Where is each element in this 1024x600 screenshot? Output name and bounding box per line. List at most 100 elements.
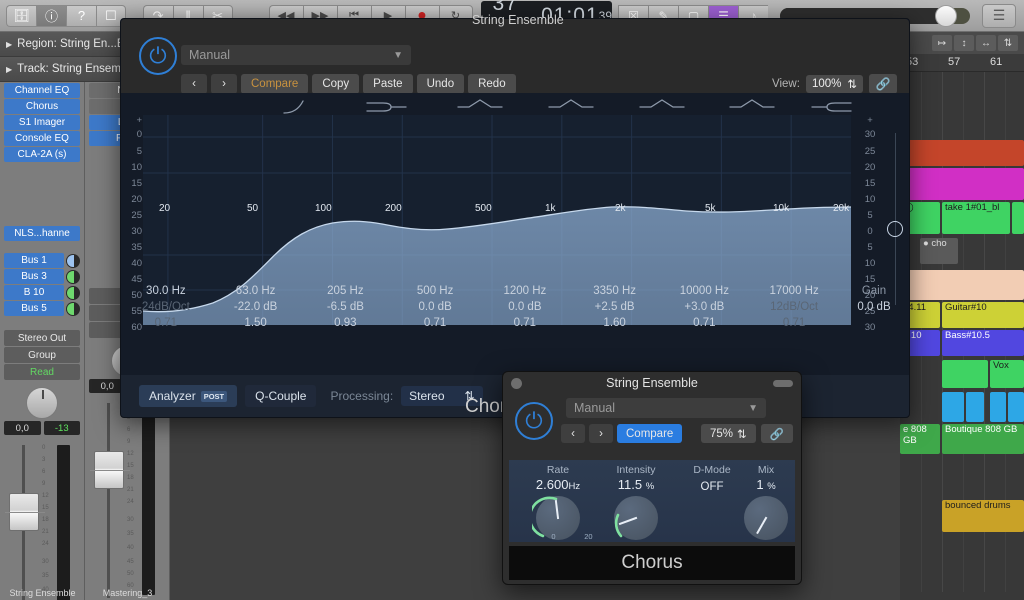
copy-button[interactable]: Copy	[312, 74, 360, 94]
zoom-horizontal-icon[interactable]: ↔	[976, 35, 996, 51]
eq-master-gain-column[interactable]: Gain 0.0 dB	[839, 283, 909, 333]
region-audio[interactable]: Bass#10.5	[942, 330, 1024, 356]
band-frequency[interactable]: 3350 Hz	[570, 283, 660, 299]
region-midi[interactable]	[990, 392, 1006, 422]
band-q[interactable]: 0.93	[301, 315, 391, 331]
band-q[interactable]: 1.60	[570, 315, 660, 331]
region-audio[interactable]: Guitar#10	[942, 302, 1024, 328]
region-midi[interactable]	[942, 360, 988, 388]
region-midi[interactable]: ● cho	[920, 238, 958, 264]
insert-slot[interactable]: Channel EQ	[4, 83, 80, 98]
disclosure-triangle-icon[interactable]: ▶	[6, 65, 12, 74]
mix-knob[interactable]	[744, 496, 788, 540]
band-gain[interactable]: +2.5 dB	[570, 299, 660, 315]
region-midi[interactable]: Vox	[990, 360, 1024, 388]
band-q[interactable]: 1.50	[211, 315, 301, 331]
band-gain[interactable]: 24dB/Oct	[121, 299, 211, 315]
arrange-regions-area[interactable]: ↦ ↕ ↔ ⇅ 53 57 61 take 1#01_bl ● cho 24.1…	[900, 32, 1024, 600]
send-level-knob[interactable]	[66, 253, 80, 268]
output-slot[interactable]: Stereo Out	[4, 330, 80, 346]
region-audio[interactable]	[900, 168, 1024, 200]
eq-gain-slider[interactable]	[885, 133, 907, 305]
insert-slot[interactable]: S1 Imager	[4, 115, 80, 130]
snap-icon[interactable]: ↦	[932, 35, 952, 51]
send-level-knob[interactable]	[66, 285, 80, 300]
prev-preset-button[interactable]: ‹	[561, 424, 585, 443]
library-icon[interactable]: 🗄	[6, 4, 36, 27]
band-frequency[interactable]: 17000 Hz	[749, 283, 839, 299]
track-height-icon[interactable]: ⇅	[998, 35, 1018, 51]
band-frequency[interactable]: 205 Hz	[301, 283, 391, 299]
volume-fader[interactable]	[5, 493, 45, 531]
band-gain[interactable]: +3.0 dB	[660, 299, 750, 315]
compare-button[interactable]: Compare	[241, 74, 309, 94]
band-gain[interactable]: -6.5 dB	[301, 299, 391, 315]
band-gain[interactable]: -22.0 dB	[211, 299, 301, 315]
disclosure-triangle-icon[interactable]: ▶	[6, 40, 12, 49]
intensity-knob[interactable]	[614, 496, 658, 540]
undo-button[interactable]: Undo	[416, 74, 465, 94]
eq-band-column[interactable]: 30.0 Hz 24dB/Oct 0.71	[121, 283, 211, 333]
chorus-plugin-window[interactable]: String Ensemble ⏻ Manual ▼ ‹ › Compare 7…	[502, 371, 802, 585]
insert-slot[interactable]: Console EQ	[4, 131, 80, 146]
power-icon[interactable]: ⏻	[139, 37, 177, 75]
volume-value[interactable]: -13	[43, 421, 80, 435]
preset-selector[interactable]: Manual ▼	[566, 398, 766, 418]
stepper-icon[interactable]: ⇅	[737, 427, 747, 441]
region-midi[interactable]	[966, 392, 984, 422]
send-level-knob[interactable]	[66, 301, 80, 316]
chorus-title-bar[interactable]: String Ensemble	[503, 372, 801, 394]
link-icon[interactable]: 🔗	[869, 74, 897, 94]
send-level-knob[interactable]	[66, 269, 80, 284]
band-frequency[interactable]: 500 Hz	[390, 283, 480, 299]
region-midi[interactable]	[942, 392, 964, 422]
zoom-stepper[interactable]: 75% ⇅	[701, 424, 756, 443]
list-editors-icon[interactable]: ☰	[982, 3, 1016, 28]
region-midi[interactable]	[1008, 392, 1024, 422]
pan-knob[interactable]	[26, 387, 58, 419]
channel-eq-window[interactable]: ⏻ Manual ▼ ‹ › Compare Copy Paste Undo R…	[120, 18, 910, 418]
eq-gain-slider-knob[interactable]	[887, 221, 903, 237]
paste-button[interactable]: Paste	[363, 74, 413, 94]
eq-band-column[interactable]: 500 Hz 0.0 dB 0.71	[390, 283, 480, 333]
band-frequency[interactable]: 63.0 Hz	[211, 283, 301, 299]
band-q[interactable]: 0.71	[749, 315, 839, 331]
band-frequency[interactable]: 1200 Hz	[480, 283, 570, 299]
region-audio[interactable]	[900, 270, 1024, 300]
pan-value[interactable]: 0,0	[4, 421, 41, 435]
next-preset-button[interactable]: ›	[589, 424, 613, 443]
eq-band-column[interactable]: 63.0 Hz -22.0 dB 1.50	[211, 283, 301, 333]
insert-slot[interactable]: NLS...hanne	[4, 226, 80, 241]
chevron-down-icon[interactable]: ▼	[748, 403, 758, 414]
band-gain[interactable]: 0.0 dB	[390, 299, 480, 315]
chevron-down-icon[interactable]: ▼	[393, 50, 403, 61]
band-frequency[interactable]: 10000 Hz	[660, 283, 750, 299]
region-bounced[interactable]: bounced drums	[942, 500, 1024, 532]
gain-value[interactable]: 0.0 dB	[839, 299, 909, 315]
send-slot[interactable]: Bus 3	[4, 269, 64, 284]
group-slot[interactable]: Group	[4, 347, 80, 363]
zoom-vertical-icon[interactable]: ↕	[954, 35, 974, 51]
prev-preset-button[interactable]: ‹	[181, 74, 207, 94]
band-q[interactable]: 0.71	[480, 315, 570, 331]
next-preset-button[interactable]: ›	[211, 74, 237, 94]
power-icon[interactable]: ⏻	[515, 402, 553, 440]
volume-fader[interactable]	[90, 451, 130, 489]
region-audio[interactable]	[900, 140, 1024, 166]
band-gain[interactable]: 12dB/Oct	[749, 299, 839, 315]
band-q[interactable]: 0.71	[121, 315, 211, 331]
close-icon[interactable]	[511, 378, 522, 389]
region-take[interactable]	[1012, 202, 1024, 234]
minimize-icon[interactable]	[773, 380, 793, 387]
eq-band-column[interactable]: 17000 Hz 12dB/Oct 0.71	[749, 283, 839, 333]
region-audio[interactable]: e 808 GB	[900, 424, 940, 454]
band-frequency[interactable]: 30.0 Hz	[121, 283, 211, 299]
view-zoom-stepper[interactable]: 100% ⇅	[805, 75, 863, 93]
region-audio[interactable]: Boutique 808 GB	[942, 424, 1024, 454]
bar-ruler[interactable]: 53 57 61	[900, 54, 1024, 72]
q-couple-button[interactable]: Q-Couple	[245, 385, 317, 407]
stepper-icon[interactable]: ⇅	[847, 77, 857, 91]
region-take[interactable]: take 1#01_bl	[942, 202, 1010, 234]
band-gain[interactable]: 0.0 dB	[480, 299, 570, 315]
analyzer-button[interactable]: Analyzer POST	[139, 385, 238, 407]
